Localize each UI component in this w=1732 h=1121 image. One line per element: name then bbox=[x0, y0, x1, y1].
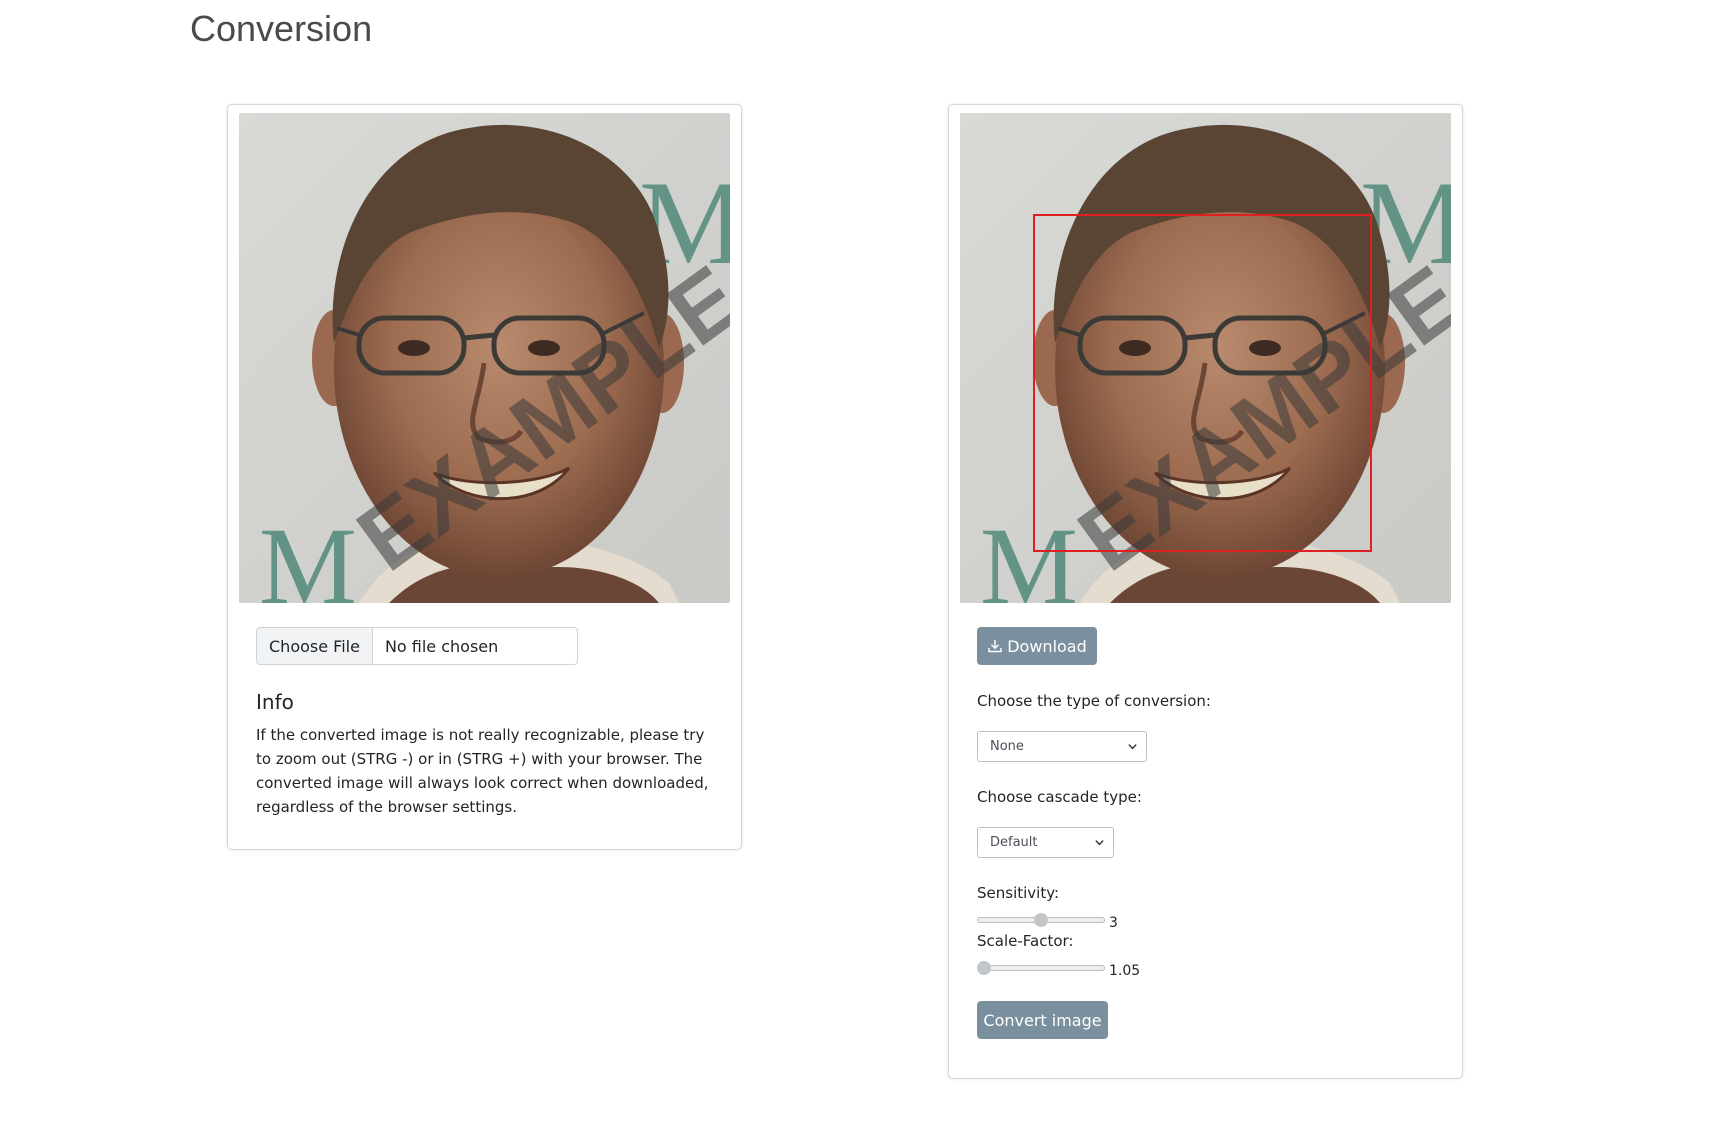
slider-track bbox=[977, 965, 1105, 971]
source-image-card: M M EXAMPLE Choose File No file chosen I… bbox=[227, 104, 742, 850]
cascade-type-select[interactable]: Default bbox=[977, 827, 1114, 858]
sensitivity-slider[interactable] bbox=[977, 913, 1105, 927]
page: Conversion M M EXAMPLE Choose File No fi… bbox=[0, 0, 1732, 1121]
page-title: Conversion bbox=[190, 8, 373, 49]
source-image: M M EXAMPLE bbox=[239, 113, 730, 603]
file-status: No file chosen bbox=[384, 636, 499, 656]
sensitivity-value: 3 bbox=[1109, 915, 1118, 931]
conversion-type-label: Choose the type of conversion: bbox=[977, 692, 1211, 710]
scale-factor-slider[interactable] bbox=[977, 961, 1105, 975]
chevron-down-icon bbox=[1128, 744, 1137, 750]
result-image: M M EXAMPLE bbox=[960, 113, 1451, 603]
scale-factor-value: 1.05 bbox=[1109, 963, 1141, 979]
info-text: If the converted image is not really rec… bbox=[256, 726, 709, 816]
chevron-down-icon bbox=[1095, 840, 1104, 846]
convert-image-button[interactable]: Convert image bbox=[977, 1001, 1108, 1039]
choose-file-button[interactable]: Choose File bbox=[257, 628, 373, 664]
conversion-type-select[interactable]: None bbox=[977, 731, 1147, 762]
download-icon bbox=[988, 640, 1002, 653]
file-input[interactable]: Choose File No file chosen bbox=[256, 627, 578, 665]
slider-thumb[interactable] bbox=[1034, 913, 1048, 927]
cascade-type-label: Choose cascade type: bbox=[977, 788, 1142, 806]
cascade-type-value: Default bbox=[990, 835, 1038, 850]
download-button[interactable]: Download bbox=[977, 627, 1097, 665]
download-label: Download bbox=[1007, 636, 1087, 656]
sensitivity-label: Sensitivity: bbox=[977, 884, 1060, 902]
conversion-type-value: None bbox=[990, 739, 1024, 754]
svg-text:M: M bbox=[980, 505, 1078, 603]
scale-factor-label: Scale-Factor: bbox=[977, 932, 1074, 950]
result-image-card: M M EXAMPLE Download Choose the type of … bbox=[948, 104, 1463, 1079]
info-title: Info bbox=[256, 690, 294, 714]
svg-text:M: M bbox=[259, 505, 357, 603]
slider-thumb[interactable] bbox=[977, 961, 991, 975]
